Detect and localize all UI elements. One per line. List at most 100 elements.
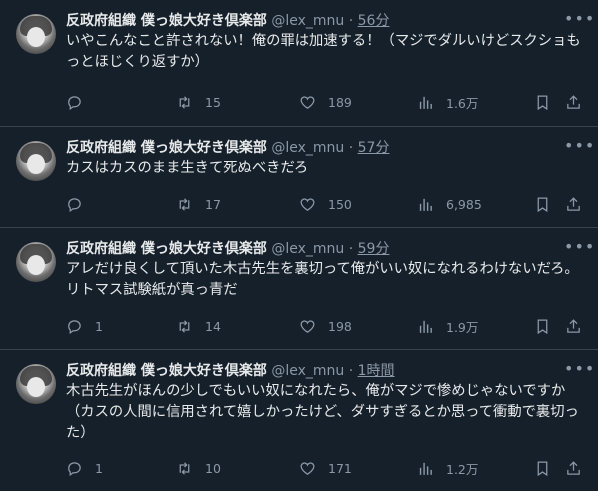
bookmark-button[interactable] [534,457,551,479]
like-count: 198 [328,318,352,334]
like-count: 150 [328,196,352,212]
separator: · [348,363,354,379]
views-button[interactable]: 1.9万 [417,315,478,337]
bookmark-button[interactable] [534,193,551,215]
tweet-text: アレだけ良くして頂いた木古先生を裏切って俺がいい奴になれるわけないだろ。リトマス… [66,261,579,298]
tweet-header: 反政府組織 僕っ娘大好き倶楽部 @lex_mnu · 1時間 [66,361,584,381]
bar-chart-icon [419,96,432,109]
retweet-icon [179,197,190,211]
tweet-content: 反政府組織 僕っ娘大好き倶楽部 @lex_mnu · 1時間 ••• 木古先生が… [66,361,594,444]
reply-icon [68,319,81,334]
reply-icon [68,197,81,212]
bar-chart-icon [419,320,432,333]
user-handle[interactable]: @lex_mnu [271,241,344,257]
tweet-content: 反政府組織 僕っ娘大好き倶楽部 @lex_mnu · 57分 ••• カスはカス… [66,138,594,179]
share-icon [567,460,580,475]
timestamp[interactable]: 1時間 [358,363,395,379]
tweet[interactable]: 反政府組織 僕っ娘大好き倶楽部 @lex_mnu · 56分 ••• いやこんな… [0,0,598,127]
tweet-content: 反政府組織 僕っ娘大好き倶楽部 @lex_mnu · 56分 ••• いやこんな… [66,11,594,73]
bookmark-button[interactable] [534,91,551,113]
reply-count: 1 [95,460,103,476]
display-name[interactable]: 反政府組織 僕っ娘大好き倶楽部 [66,13,267,29]
views-button[interactable]: 6,985 [417,193,482,215]
view-count: 1.2万 [446,461,479,477]
retweet-count: 17 [205,196,221,212]
like-button[interactable]: 189 [299,91,352,113]
display-name[interactable]: 反政府組織 僕っ娘大好き倶楽部 [66,140,267,156]
heart-icon [300,461,315,475]
user-handle[interactable]: @lex_mnu [271,13,344,29]
retweet-button[interactable]: 10 [176,457,221,479]
reply-button[interactable] [66,91,95,113]
tweet-text: カスはカスのまま生きて死ぬべきだろ [66,160,309,176]
retweet-count: 15 [205,94,221,110]
more-options-icon[interactable]: ••• [564,11,594,31]
view-count: 1.9万 [446,319,479,335]
more-options-icon[interactable]: ••• [564,239,594,259]
view-count: 6,985 [446,196,482,212]
timestamp[interactable]: 56分 [358,13,390,29]
reply-count: 1 [95,318,103,334]
user-handle[interactable]: @lex_mnu [271,363,344,379]
avatar[interactable] [16,141,56,181]
user-handle[interactable]: @lex_mnu [271,140,344,156]
bookmark-button[interactable] [534,315,551,337]
views-button[interactable]: 1.2万 [417,457,478,479]
heart-icon [300,95,315,109]
view-count: 1.6万 [446,95,479,111]
bookmark-icon [537,196,548,212]
reply-icon [68,461,81,476]
action-bar: 15 189 1.6万 [66,91,588,113]
share-icon [567,318,580,333]
display-name[interactable]: 反政府組織 僕っ娘大好き倶楽部 [66,363,267,379]
share-button[interactable] [565,91,582,113]
separator: · [348,13,354,29]
timestamp[interactable]: 57分 [358,140,390,156]
share-button[interactable] [565,315,582,337]
retweet-icon [179,461,190,475]
more-options-icon[interactable]: ••• [564,361,594,381]
share-button[interactable] [565,193,582,215]
retweet-icon [179,95,190,109]
avatar[interactable] [16,14,56,54]
timeline-feed: 反政府組織 僕っ娘大好き倶楽部 @lex_mnu · 56分 ••• いやこんな… [0,0,598,491]
reply-button[interactable]: 1 [66,315,103,337]
share-icon [567,94,580,109]
bookmark-icon [537,94,548,110]
retweet-icon [179,319,190,333]
like-button[interactable]: 171 [299,457,352,479]
bar-chart-icon [419,462,432,475]
share-button[interactable] [565,457,582,479]
tweet-text: 木古先生がほんの少しでもいい奴になれたら、俺がマジで惨めじゃないですか（カスの人… [66,383,579,441]
retweet-button[interactable]: 15 [176,91,221,113]
tweet[interactable]: 反政府組織 僕っ娘大好き倶楽部 @lex_mnu · 59分 ••• アレだけ良… [0,228,598,350]
action-bar: 1 10 171 1.2万 [66,457,588,479]
tweet-content: 反政府組織 僕っ娘大好き倶楽部 @lex_mnu · 59分 ••• アレだけ良… [66,239,594,301]
bookmark-icon [537,318,548,334]
retweet-count: 10 [205,460,221,476]
reply-button[interactable]: 1 [66,457,103,479]
retweet-button[interactable]: 14 [176,315,221,337]
retweet-count: 14 [205,318,221,334]
tweet[interactable]: 反政府組織 僕っ娘大好き倶楽部 @lex_mnu · 57分 ••• カスはカス… [0,127,598,228]
timestamp[interactable]: 59分 [358,241,390,257]
avatar[interactable] [16,242,56,282]
more-options-icon[interactable]: ••• [564,138,594,158]
reply-button[interactable] [66,193,95,215]
like-count: 189 [328,94,352,110]
avatar[interactable] [16,364,56,404]
action-bar: 1 14 198 1.9万 [66,315,588,337]
retweet-button[interactable]: 17 [176,193,221,215]
like-button[interactable]: 150 [299,193,352,215]
reply-icon [68,95,81,110]
tweet-header: 反政府組織 僕っ娘大好き倶楽部 @lex_mnu · 57分 [66,138,584,158]
tweet[interactable]: 反政府組織 僕っ娘大好き倶楽部 @lex_mnu · 1時間 ••• 木古先生が… [0,350,598,491]
bookmark-icon [537,460,548,476]
views-button[interactable]: 1.6万 [417,91,478,113]
bar-chart-icon [419,198,432,211]
like-button[interactable]: 198 [299,315,352,337]
tweet-header: 反政府組織 僕っ娘大好き倶楽部 @lex_mnu · 59分 [66,239,584,259]
tweet-header: 反政府組織 僕っ娘大好き倶楽部 @lex_mnu · 56分 [66,11,584,31]
display-name[interactable]: 反政府組織 僕っ娘大好き倶楽部 [66,241,267,257]
separator: · [348,241,354,257]
